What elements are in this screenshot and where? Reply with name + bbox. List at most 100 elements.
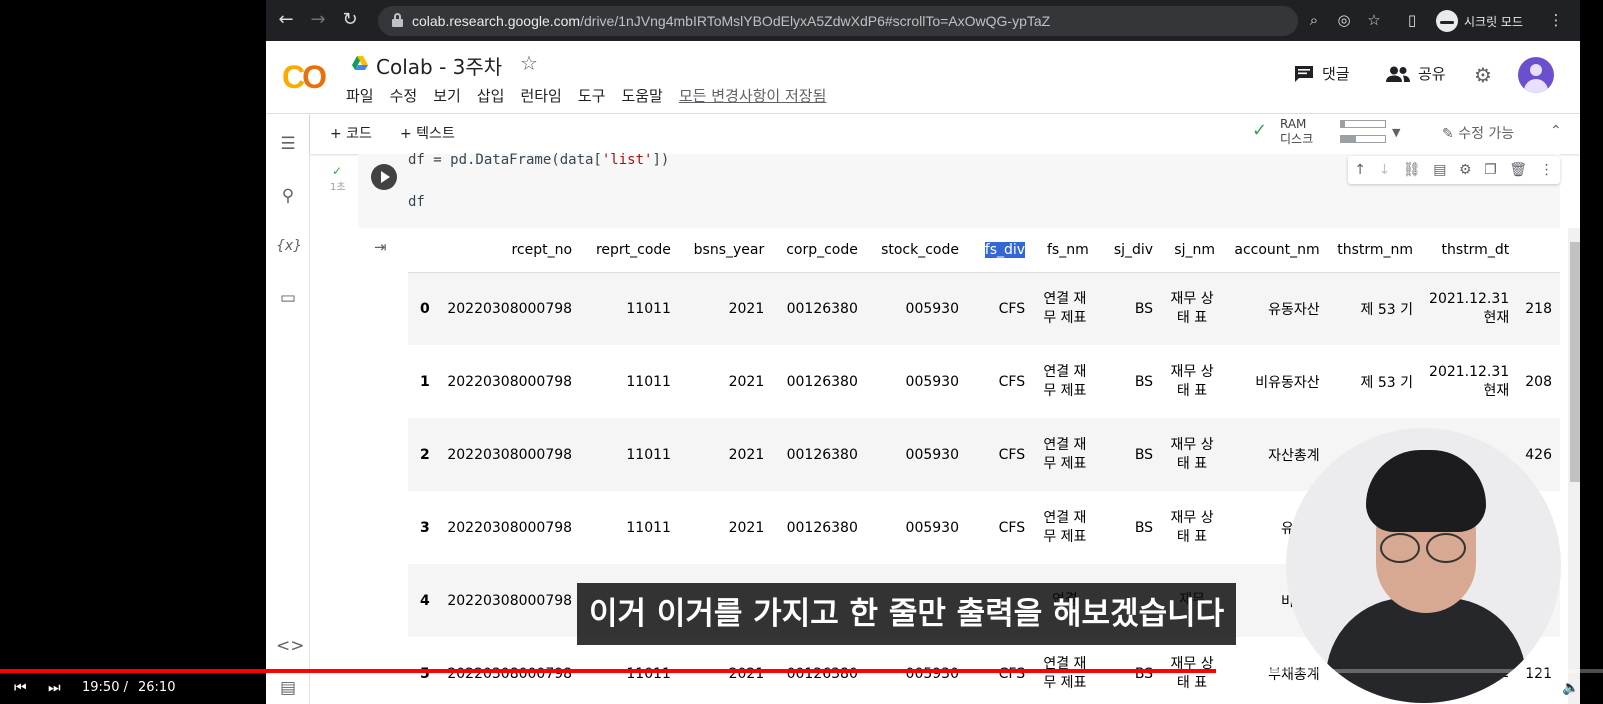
code-editor[interactable]: df = pd.DataFrame(data['list']) df ↑ ↓ ⛓… xyxy=(358,152,1560,228)
url-host: colab.research.google.com xyxy=(412,13,581,29)
table-cell: 005930 xyxy=(865,418,967,491)
presenter-webcam xyxy=(1286,428,1561,703)
table-cell: 연결 재무 제표 xyxy=(1043,363,1087,399)
resource-dropdown-icon[interactable]: ▼ xyxy=(1392,126,1400,139)
incognito-label: 시크릿 모드 xyxy=(1464,14,1524,29)
search-icon[interactable]: ⚲ xyxy=(276,184,300,208)
video-player[interactable]: ← → ↻ colab.research.google.com/drive/1n… xyxy=(0,0,1603,704)
collapse-chevron-icon[interactable]: ⌃ xyxy=(1550,123,1562,139)
selected-text: fs_div xyxy=(984,241,1026,258)
eye-off-icon[interactable]: ◎ xyxy=(1334,10,1354,30)
index-header xyxy=(408,228,440,273)
add-text-button[interactable]: + 텍스트 xyxy=(400,123,455,143)
table-cell: 2021.12.31 현재 xyxy=(1429,363,1510,399)
move-down-icon[interactable]: ↓ xyxy=(1379,162,1391,178)
incognito-indicator[interactable]: 시크릿 모드 xyxy=(1436,8,1523,34)
back-arrow-icon[interactable]: ← xyxy=(274,8,298,32)
code-line-2[interactable]: df xyxy=(408,194,425,210)
save-status[interactable]: 모든 변경사항이 저장됨 xyxy=(679,85,827,106)
share-button[interactable]: 공유 xyxy=(1386,63,1446,84)
table-cell: 2021 xyxy=(678,418,773,491)
notebook-title[interactable]: Colab - 3주차 xyxy=(376,51,502,80)
more-options-icon[interactable]: ⋮ xyxy=(1540,162,1554,178)
menu-help[interactable]: 도움말 xyxy=(621,85,662,106)
run-cell-button[interactable] xyxy=(371,164,397,190)
table-cell: 218 xyxy=(1517,272,1560,345)
browser-toolbar: ← → ↻ colab.research.google.com/drive/1n… xyxy=(266,0,1580,41)
table-cell: 11011 xyxy=(580,418,679,491)
cell-comment-icon[interactable]: ▤ xyxy=(1433,162,1446,178)
table-cell: 2021 xyxy=(678,272,773,345)
delete-cell-icon[interactable]: 🗑 xyxy=(1509,162,1527,178)
add-code-button[interactable]: + 코드 xyxy=(330,123,372,143)
previous-video-icon[interactable]: ⏮ xyxy=(14,680,27,696)
table-cell: 재무 상태 표 xyxy=(1170,363,1214,399)
star-icon[interactable]: ☆ xyxy=(520,51,538,75)
table-cell: CFS xyxy=(966,272,1034,345)
reload-icon[interactable]: ↻ xyxy=(338,8,362,32)
scrollbar-thumb[interactable] xyxy=(1570,242,1580,482)
table-cell: 연결 재무 제표 xyxy=(1043,509,1087,545)
table-cell: CFS xyxy=(966,418,1034,491)
zoom-icon[interactable]: ⌕ xyxy=(1304,10,1324,30)
table-cell: 005930 xyxy=(905,373,959,390)
code-snippets-icon[interactable]: <> xyxy=(276,634,305,658)
table-of-contents-icon[interactable]: ☰ xyxy=(276,132,300,156)
output-actions-icon[interactable]: ⇥ xyxy=(374,238,387,256)
table-cell: 재무 상태 표 xyxy=(1170,509,1214,545)
row-index: 0 xyxy=(408,272,440,345)
table-cell: 11011 xyxy=(626,373,671,390)
comment-button[interactable]: 댓글 xyxy=(1294,63,1350,84)
mirror-cell-icon[interactable]: ❐ xyxy=(1484,162,1497,178)
incognito-icon xyxy=(1436,10,1458,32)
volume-icon[interactable]: 🔈 xyxy=(1562,680,1579,696)
table-cell: 00126380 xyxy=(772,418,866,491)
address-bar[interactable]: colab.research.google.com/drive/1nJVng4m… xyxy=(378,6,1298,36)
url-text: colab.research.google.com/drive/1nJVng4m… xyxy=(412,13,1050,29)
settings-gear-icon[interactable]: ⚙ xyxy=(1474,63,1492,87)
table-row: 0 20220308000798 11011 2021 00126380 005930 CF… xyxy=(408,272,1560,345)
table-cell: BS xyxy=(1134,519,1154,536)
code-line-1[interactable]: df = pd.DataFrame(data['list']) xyxy=(408,152,669,168)
left-sidebar: ☰ ⚲ {x} ▭ <> ▤ xyxy=(266,114,310,704)
menu-file[interactable]: 파일 xyxy=(346,85,374,106)
row-index: 3 xyxy=(420,519,430,536)
kebab-menu-icon[interactable]: ⋮ xyxy=(1546,10,1566,30)
bookmark-star-icon[interactable]: ☆ xyxy=(1364,10,1384,30)
code-prefix: df = pd.DataFrame(data[ xyxy=(408,152,602,168)
table-cell: BS xyxy=(1134,373,1154,390)
avatar[interactable] xyxy=(1518,57,1554,93)
table-cell: 제 53 기 xyxy=(1360,374,1414,391)
menu-edit[interactable]: 수정 xyxy=(390,85,418,106)
table-cell: 2021.12.31 현재 xyxy=(1421,272,1518,345)
cell-settings-icon[interactable]: ⚙ xyxy=(1459,162,1472,178)
link-icon[interactable]: ⛓ xyxy=(1403,162,1421,178)
table-cell: 2021 xyxy=(728,519,765,536)
current-time: 19:50 / xyxy=(82,680,128,695)
menu-view[interactable]: 보기 xyxy=(433,85,461,106)
column-header: bsns_year xyxy=(678,228,773,273)
glasses-left xyxy=(1380,533,1420,563)
people-icon xyxy=(1386,66,1410,82)
next-video-icon[interactable]: ⏭ xyxy=(48,680,61,696)
terminal-icon[interactable]: ▤ xyxy=(276,676,300,700)
files-folder-icon[interactable]: ▭ xyxy=(276,286,300,310)
menu-tools[interactable]: 도구 xyxy=(578,85,606,106)
forward-arrow-icon[interactable]: → xyxy=(306,8,330,32)
menu-insert[interactable]: 삽입 xyxy=(477,85,505,106)
video-progress-bar[interactable] xyxy=(0,669,1603,673)
side-panel-icon[interactable]: ▯ xyxy=(1402,10,1422,30)
colab-logo[interactable]: CO xyxy=(282,59,327,96)
ram-usage-bar xyxy=(1340,120,1386,128)
variables-icon[interactable]: {x} xyxy=(276,234,302,258)
edit-mode-button[interactable]: ✎ 수정 가능 xyxy=(1442,123,1514,143)
output-scrollbar[interactable] xyxy=(1568,228,1580,704)
table-cell: 재무 상태 표 xyxy=(1161,272,1223,345)
colab-header: CO Colab - 3주차 ☆ 파일 수정 보기 삽입 런타임 도구 도움말 … xyxy=(266,41,1580,114)
table-cell: 00126380 xyxy=(786,373,858,390)
resource-labels[interactable]: RAM 디스크 xyxy=(1280,117,1313,147)
move-up-icon[interactable]: ↑ xyxy=(1354,162,1366,178)
url-path: /drive/1nJVng4mbIRToMslYBOdElyxA5ZdwXdP6… xyxy=(580,13,1051,29)
menu-runtime[interactable]: 런타임 xyxy=(520,85,561,106)
disk-label: 디스크 xyxy=(1280,132,1314,146)
